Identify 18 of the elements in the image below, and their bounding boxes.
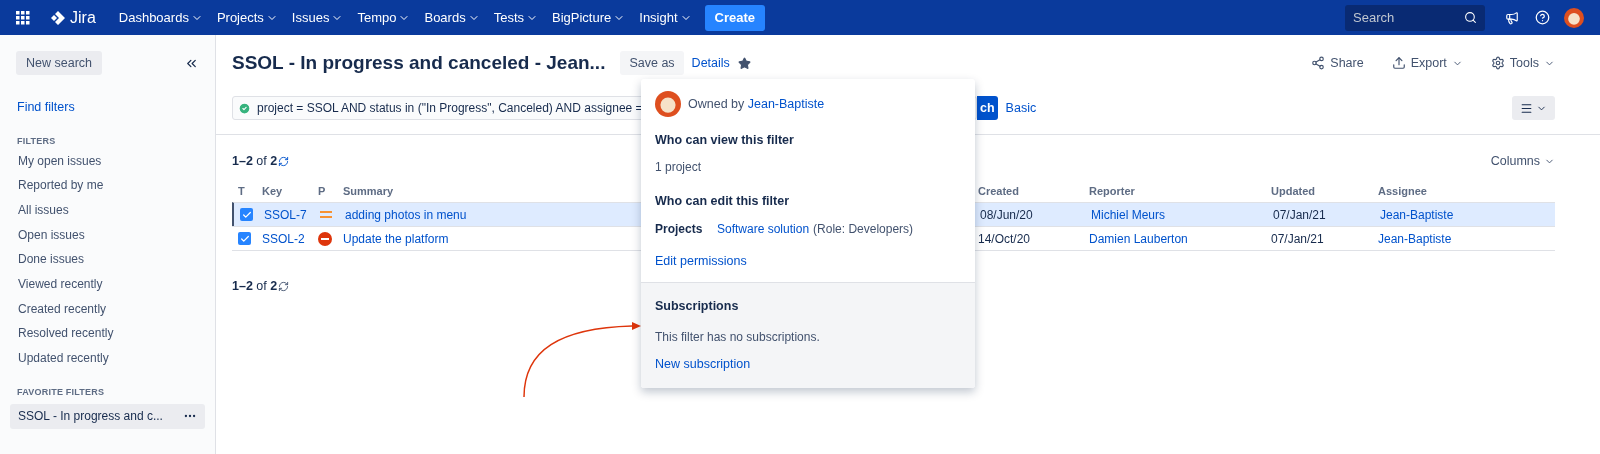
view-permission-text: 1 project <box>655 158 703 176</box>
section-heading: Who can edit this filter <box>655 192 791 210</box>
filter-title: SSOL - In progress and canceled - Jean... <box>232 50 606 75</box>
section-heading: FILTERS <box>16 134 57 148</box>
table-cell-text: 07/Jan/21 <box>1270 230 1325 248</box>
section-heading: FAVORITE FILTERS <box>16 386 106 400</box>
section-heading: Who can view this filter <box>655 132 795 149</box>
edit-permission-label: Projects <box>655 220 704 238</box>
results-count: 1–2 of 2 <box>232 152 278 170</box>
table-cell-text: 07/Jan/21 <box>1272 206 1327 224</box>
section-heading: Subscriptions <box>655 298 740 316</box>
results-count: 1–2 of 2 <box>232 277 278 295</box>
subscriptions-text: This filter has no subscriptions. <box>655 329 821 346</box>
table-cell-text: 08/Jun/20 <box>979 206 1034 224</box>
table-cell-text: 14/Oct/20 <box>977 230 1032 248</box>
role-text: (Role: Developers) <box>813 220 914 238</box>
favorite-filter-label: SSOL - In progress and c... <box>18 408 163 426</box>
owner-text: Owned by Jean-Baptiste <box>688 95 825 113</box>
